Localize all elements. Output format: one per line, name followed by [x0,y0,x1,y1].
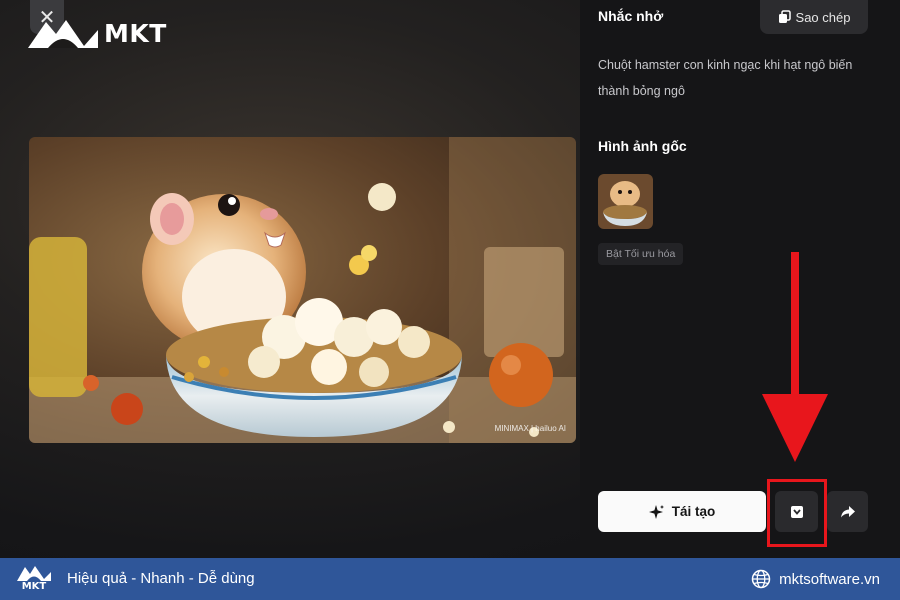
watermark: MINIMAX | hailuo AI [494,424,566,433]
footer-brand-name: MKT [21,581,47,592]
share-button[interactable] [827,491,868,532]
footer-bar: MKT Hiệu quả - Nhanh - Dễ dùng mktsoftwa… [0,558,900,600]
prompt-title: Nhắc nhở [598,8,664,24]
regenerate-label: Tái tạo [671,504,716,519]
copy-button[interactable]: Sao chép [760,0,868,34]
red-arrow-annotation [762,252,828,462]
generated-image[interactable]: MINIMAX | hailuo AI [29,137,576,443]
globe-icon [751,569,771,589]
brand-name: MKT [104,18,167,48]
download-highlight-box [767,479,827,547]
optimize-badge: Bật Tối ưu hóa [598,243,684,265]
copy-icon [778,10,791,23]
thumbnail-image [598,174,653,229]
footer-website[interactable]: mktsoftware.vn [751,569,880,589]
footer-logo: MKT [16,564,52,592]
prompt-text: Chuột hamster con kinh ngạc khi hạt ngô … [598,58,853,98]
share-icon [840,505,855,517]
copy-label: Sao chép [795,9,851,25]
mountain-logo-icon [28,20,98,48]
original-image-thumbnail[interactable] [598,174,653,229]
regenerate-button[interactable]: Tái tạo [598,491,766,532]
footer-website-text[interactable]: mktsoftware.vn [779,571,880,588]
footer-tagline: Hiệu quả - Nhanh - Dễ dùng [67,570,255,587]
brand-logo: MKT [26,16,167,50]
hamster-popcorn-image [29,137,576,443]
sparkle-icon [648,504,664,519]
footer-mountain-icon [17,566,51,581]
original-image-title: Hình ảnh gốc [598,138,687,154]
